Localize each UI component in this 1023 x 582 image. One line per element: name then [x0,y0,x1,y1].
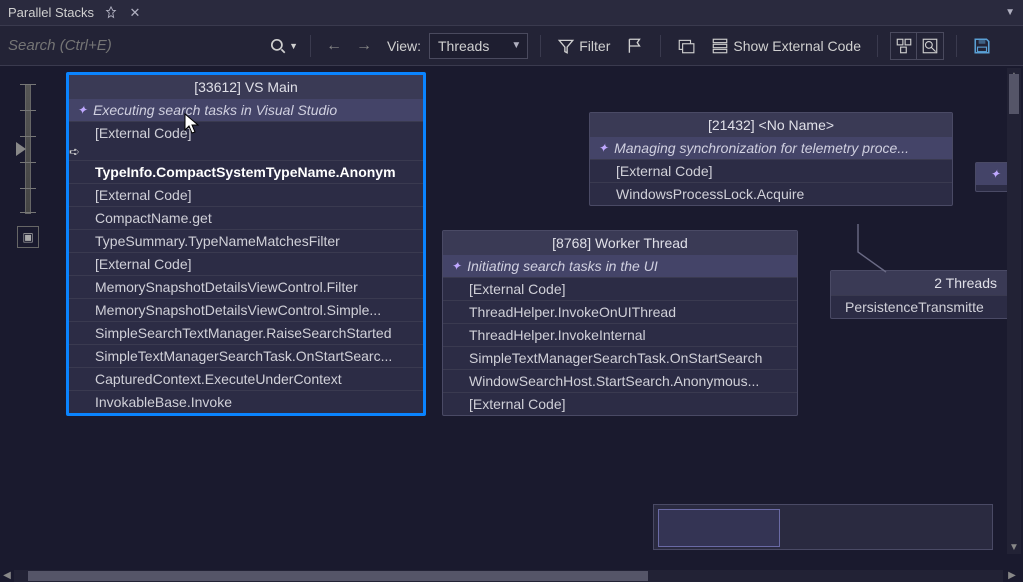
thread-header: 2 Threads [831,271,1009,295]
stack-frame[interactable]: [External Code] [69,252,423,275]
window-options-icon[interactable]: ▼ [1005,7,1015,18]
titlebar: Parallel Stacks ✕ ▼ [0,0,1023,26]
stack-frame[interactable]: ThreadHelper.InvokeOnUIThread [443,300,797,323]
stack-frame[interactable]: SimpleSearchTextManager.RaiseSearchStart… [69,321,423,344]
stack-frame[interactable]: CapturedContext.ExecuteUnderContext [69,367,423,390]
view-select[interactable]: Threads ▼ [429,33,528,59]
thread-block-two-threads[interactable]: 2 Threads PersistenceTransmitte [830,270,1010,319]
separator [310,35,311,57]
stack-frame[interactable]: TypeSummary.TypeNameMatchesFilter [69,229,423,252]
view-label: View: [387,38,421,54]
stack-frame[interactable]: WindowSearchHost.StartSearch.Anonymous..… [443,369,797,392]
zoom-fit-icon[interactable]: ▣ [17,226,39,248]
vertical-scrollbar[interactable]: ▲ ▼ [1007,68,1021,554]
stack-frame[interactable]: ThreadHelper.InvokeInternal [443,323,797,346]
filter-button[interactable]: Filter [553,32,614,60]
scroll-down-icon[interactable]: ▼ [1007,540,1021,554]
thread-summary-text: Initiating search tasks in the UI [467,258,658,274]
thread-header: [21432] <No Name> [590,113,952,137]
zoom-thumb-icon[interactable] [16,142,26,156]
thread-summary: ✦ Initiating search tasks in the UI [443,255,797,277]
chevron-down-icon: ▼ [511,40,521,51]
stack-frame[interactable]: [External Code] [443,392,797,415]
thread-block-vs-main[interactable]: [33612] VS Main ✦ Executing search tasks… [66,72,426,416]
scrollbar-thumb[interactable] [1009,74,1019,114]
frames-icon[interactable] [673,33,699,59]
ai-sparkle-icon: ✦ [990,167,1000,181]
zoom-slider[interactable]: ▣ [14,72,40,272]
layout-threads-icon[interactable] [891,33,917,59]
ai-sparkle-icon: ✦ [451,259,461,273]
thread-summary: ✦ Executing search tasks in Visual Studi… [69,99,423,121]
scroll-right-icon[interactable]: ▶ [1005,569,1019,581]
thread-summary-text: Managing synchronization for telemetry p… [614,140,909,156]
flag-icon[interactable] [622,33,648,59]
stack-frame[interactable]: CompactName.get [69,206,423,229]
minimap[interactable] [653,504,993,550]
thread-summary: ✦ Managing synchronization for telemetry… [590,137,952,159]
save-icon[interactable] [969,33,995,59]
search-box[interactable]: ▼ [8,33,298,58]
layout-mode-group [890,32,944,60]
connector-line [798,222,888,277]
stack-frame[interactable]: InvokableBase.Invoke [69,390,423,413]
nav-back-icon[interactable]: ← [323,35,345,57]
window-title: Parallel Stacks [8,5,94,20]
stack-frame[interactable]: [External Code] [69,183,423,206]
stack-frame[interactable]: MemorySnapshotDetailsViewControl.Simple.… [69,298,423,321]
stack-frame[interactable]: MemorySnapshotDetailsViewControl.Filter [69,275,423,298]
separator [956,35,957,57]
ai-sparkle-icon: ✦ [77,103,87,117]
thread-block-no-name[interactable]: [21432] <No Name> ✦ Managing synchroniza… [589,112,953,206]
stack-frame[interactable]: WindowsProcessLock.Acquire [590,182,952,205]
pin-icon[interactable] [104,6,118,20]
filter-icon [557,37,575,55]
stack-frame[interactable]: SimpleTextManagerSearchTask.OnStartSearc… [69,344,423,367]
stack-frame[interactable]: PersistenceTransmitte [831,295,1009,318]
scroll-left-icon[interactable]: ◀ [0,569,14,581]
current-frame-arrow-icon: ➪ [69,144,80,159]
thread-block-worker[interactable]: [8768] Worker Thread ✦ Initiating search… [442,230,798,416]
scrollbar-thumb[interactable] [28,571,648,581]
separator [877,35,878,57]
thread-summary-text: Executing search tasks in Visual Studio [93,102,337,118]
separator [660,35,661,57]
stack-frame[interactable]: [External Code] [69,121,423,144]
thread-header: [33612] VS Main [69,75,423,99]
search-input[interactable] [8,33,269,58]
show-external-code-label: Show External Code [733,38,861,54]
stack-frame[interactable]: SimpleTextManagerSearchTask.OnStartSearc… [443,346,797,369]
stack-frame[interactable]: [External Code] [443,277,797,300]
nav-forward-icon[interactable]: → [353,35,375,57]
search-icon[interactable]: ▼ [269,37,298,55]
stacks-canvas[interactable]: ▣ [33612] VS Main ✦ Executing search tas… [0,66,1023,568]
toolbar: ▼ ← → View: Threads ▼ Filter Show Extern… [0,26,1023,66]
stack-icon [711,37,729,55]
layout-method-icon[interactable] [917,33,943,59]
stack-frame-current[interactable]: TypeInfo.CompactSystemTypeName.Anonym [69,160,423,183]
separator [540,35,541,57]
close-icon[interactable]: ✕ [128,6,142,20]
view-select-value: Threads [438,38,489,54]
filter-label: Filter [579,38,610,54]
show-external-code-button[interactable]: Show External Code [707,32,865,60]
ai-sparkle-icon: ✦ [598,141,608,155]
stack-frame[interactable]: [External Code] [590,159,952,182]
horizontal-scrollbar[interactable]: ◀ ▶ [0,568,1023,582]
thread-header: [8768] Worker Thread [443,231,797,255]
